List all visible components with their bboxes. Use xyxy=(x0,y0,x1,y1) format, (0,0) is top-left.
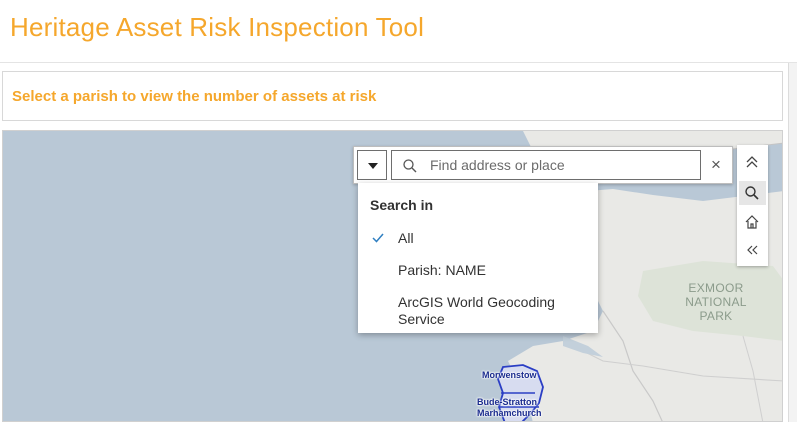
parish-label-morwenstow[interactable]: Morwenstow xyxy=(482,370,537,380)
source-item-parish[interactable]: Parish: NAME xyxy=(398,262,588,279)
collapse-up-icon xyxy=(746,156,758,168)
collapse-toolbar-button[interactable] xyxy=(739,150,766,174)
expand-left-icon xyxy=(747,245,758,255)
search-icon xyxy=(745,186,759,200)
home-button[interactable] xyxy=(739,210,766,234)
search-widget: × xyxy=(353,146,733,184)
expand-panel-button[interactable] xyxy=(739,238,766,262)
search-toggle-button[interactable] xyxy=(739,181,766,205)
instruction-card: Select a parish to view the number of as… xyxy=(2,71,783,121)
search-field[interactable] xyxy=(391,150,701,180)
source-item-all[interactable]: All xyxy=(398,230,588,247)
parish-label-bude-stratton[interactable]: Bude-Stratton xyxy=(477,397,537,407)
app-header: Heritage Asset Risk Inspection Tool xyxy=(0,0,797,63)
search-input[interactable] xyxy=(430,155,695,175)
search-source-menu: Search in All Parish: NAME ArcGIS World … xyxy=(358,183,598,333)
search-source-dropdown-button[interactable] xyxy=(357,150,387,180)
search-icon xyxy=(403,159,417,173)
search-source-heading: Search in xyxy=(370,197,434,213)
map-toolbar xyxy=(737,145,768,266)
source-item-world-geocoder[interactable]: ArcGIS World Geocoding Service xyxy=(398,294,588,328)
exmoor-label: EXMOOR NATIONAL PARK xyxy=(685,281,747,323)
home-icon xyxy=(745,215,759,229)
side-panel-edge xyxy=(788,63,797,422)
check-icon xyxy=(372,233,384,243)
parish-label-marhamchurch[interactable]: Marhamchurch xyxy=(477,408,542,418)
instruction-text: Select a parish to view the number of as… xyxy=(12,88,377,105)
app-title: Heritage Asset Risk Inspection Tool xyxy=(10,12,425,42)
clear-search-button[interactable]: × xyxy=(706,155,726,175)
